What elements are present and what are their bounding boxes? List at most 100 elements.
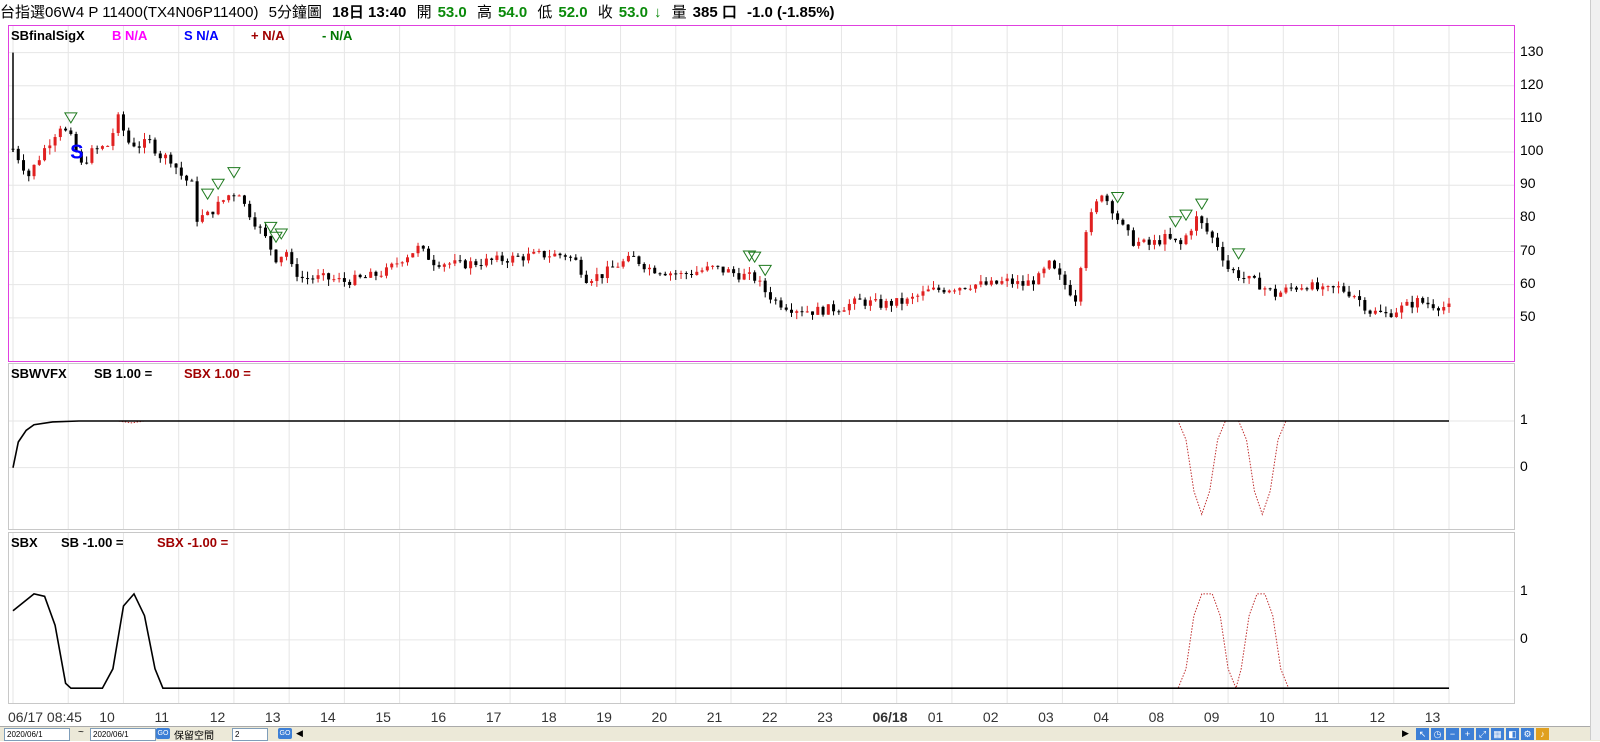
time-axis-tick: 12 [209, 709, 226, 725]
candle-body [974, 284, 978, 289]
candle-body [784, 307, 788, 310]
candle-body [968, 288, 972, 290]
candle-body [290, 252, 294, 265]
candle-body [1400, 305, 1404, 313]
candle-body [963, 287, 967, 289]
pointer-icon[interactable]: ↖ [1416, 728, 1429, 740]
bottom-toolbar: 2020/06/1 ~ 2020/06/1 GO 保留空間 2 GO ◀ ▶ ↖… [0, 726, 1600, 742]
candle-body [348, 281, 352, 285]
candle-body [611, 266, 615, 268]
candle-body [816, 306, 820, 315]
time-axis-tick: 13 [1424, 709, 1441, 725]
candle-body [463, 260, 467, 269]
candle-body [658, 273, 662, 275]
candle-body [484, 258, 488, 266]
sbwvfx-panel[interactable]: SBWVFX SB 1.00 = SBX 1.00 = [8, 363, 1515, 530]
candle-body [1200, 216, 1204, 224]
time-axis-tick: 20 [651, 709, 668, 725]
vertical-scrollbar[interactable] [1590, 0, 1600, 740]
grid-icon[interactable]: ▦ [1491, 728, 1504, 740]
down-arrow-icon: ↓ [653, 4, 662, 21]
candle-body [495, 255, 499, 260]
indicator-axis-tick: 0 [1520, 629, 1528, 646]
close-value: 53.0 [618, 4, 648, 21]
end-date-select[interactable]: 2020/06/1 [90, 728, 156, 741]
candle-body [337, 278, 341, 280]
price-axis-tick: 50 [1520, 307, 1536, 324]
candle-body [1289, 287, 1293, 289]
candle-body [1352, 296, 1356, 298]
indicator-axis-tick: 0 [1520, 457, 1528, 474]
candle-body [1326, 286, 1330, 288]
candle-body [227, 195, 231, 201]
settings-icon[interactable]: ⚙ [1521, 728, 1534, 740]
candle-body [1047, 260, 1051, 269]
candle-body [95, 148, 99, 150]
candle-body [1110, 201, 1114, 214]
scroll-right-icon[interactable]: ▶ [1402, 728, 1409, 739]
candle-body [526, 253, 530, 261]
candle-body [179, 167, 183, 176]
candle-body [1221, 246, 1225, 261]
time-axis-tick: 10 [1259, 709, 1275, 725]
sbx-chart[interactable] [9, 533, 1514, 703]
bell-icon[interactable]: ♪ [1536, 728, 1549, 740]
candle-body [858, 298, 862, 300]
candle-body [69, 130, 73, 134]
candle-body [1263, 288, 1267, 290]
candle-body [1258, 277, 1262, 290]
start-date-select[interactable]: 2020/06/1 [4, 728, 70, 741]
go-button-2[interactable]: GO [278, 728, 292, 739]
sell-marker: S [70, 142, 83, 164]
candle-body [937, 287, 941, 290]
candle-body [311, 278, 315, 280]
sbwvfx-chart[interactable] [9, 364, 1514, 529]
candle-body [1279, 292, 1283, 297]
candle-body [984, 281, 988, 285]
sbwvfx-name: SBWVFX [11, 366, 67, 381]
candle-body [805, 311, 809, 313]
candle-body [1210, 231, 1214, 238]
price-chart[interactable]: S [9, 26, 1514, 361]
chart-type-icon[interactable]: ◧ [1506, 728, 1519, 740]
candle-body [1389, 313, 1393, 318]
candle-body [716, 265, 720, 267]
sbx-panel[interactable]: SBX SB -1.00 = SBX -1.00 = [8, 532, 1515, 704]
zoom-in-icon[interactable]: + [1461, 728, 1474, 740]
candle-body [926, 289, 930, 292]
indicator-axis-tick: 1 [1520, 411, 1528, 427]
candle-body [569, 256, 573, 258]
zoom-out-icon[interactable]: − [1446, 728, 1459, 740]
price-panel[interactable]: S SBfinalSigX B N/A S N/A + N/A - N/A [8, 25, 1515, 362]
candle-body [132, 142, 136, 147]
candle-body [879, 299, 883, 308]
candle-body [726, 269, 730, 273]
candle-body [300, 276, 304, 279]
price-axis: 130 120 110 100 90 80 70 60 50 [1520, 25, 1590, 360]
time-axis-tick: 04 [1093, 709, 1109, 725]
candle-body [279, 256, 283, 263]
candle-body [637, 256, 641, 265]
sbx-name: SBX [11, 535, 38, 550]
candle-body [690, 273, 694, 275]
candle-body [1142, 239, 1146, 242]
sell-signal-icon [1231, 248, 1246, 260]
candle-body [910, 296, 914, 299]
scroll-left-icon[interactable]: ◀ [296, 728, 303, 739]
candle-body [1042, 268, 1046, 274]
candle-body [542, 250, 546, 258]
candle-body [995, 280, 999, 284]
go-button[interactable]: GO [156, 728, 170, 739]
candle-body [679, 273, 683, 275]
indicator-name: SBfinalSigX [11, 28, 85, 43]
candle-body [1379, 310, 1383, 312]
price-axis-tick: 130 [1520, 42, 1544, 59]
candle-body [1121, 219, 1125, 225]
keep-space-input[interactable]: 2 [232, 728, 268, 741]
time-axis-tick: 19 [596, 709, 612, 725]
candle-body [27, 170, 31, 177]
resize-icon[interactable]: ⤢ [1476, 728, 1489, 740]
clock-icon[interactable]: ◷ [1431, 728, 1444, 740]
candle-body [521, 256, 525, 261]
candle-body [143, 139, 147, 148]
